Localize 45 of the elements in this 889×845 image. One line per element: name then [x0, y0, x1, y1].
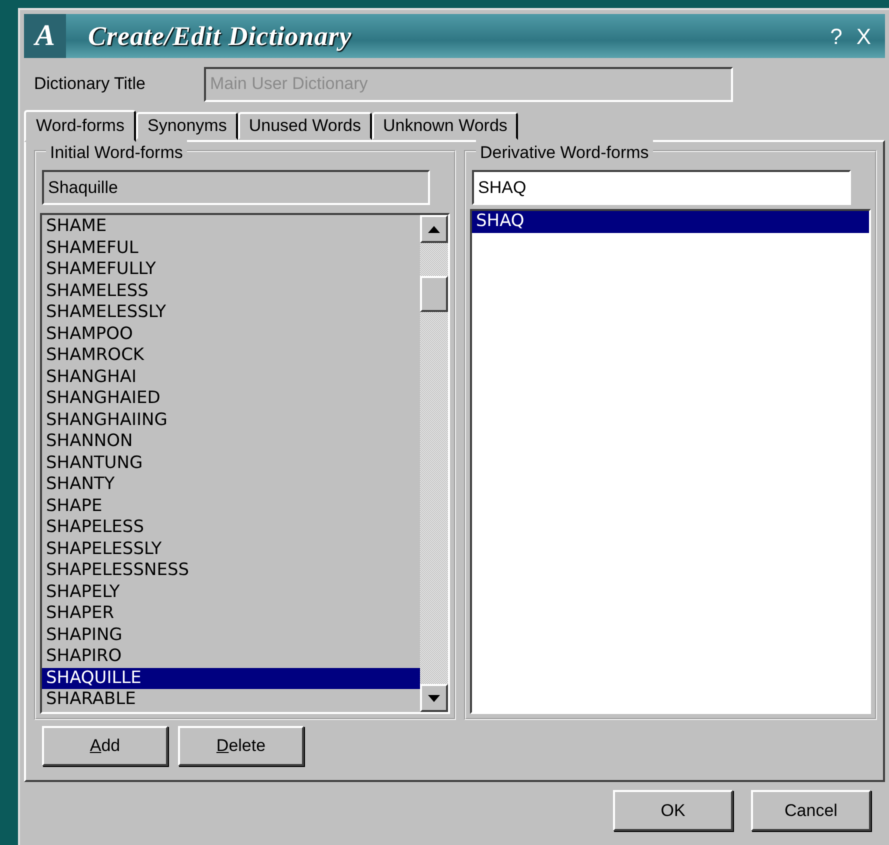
list-item[interactable]: SHAPELESSNESS — [42, 560, 420, 582]
window-title: Create/Edit Dictionary — [88, 20, 353, 52]
down-arrow-icon — [428, 694, 440, 702]
list-item[interactable]: SHANGHAI — [42, 366, 420, 388]
app-icon: A — [24, 14, 66, 58]
list-item[interactable]: SHAPER — [42, 603, 420, 624]
tab[interactable]: Unused Words — [238, 112, 372, 140]
help-button[interactable]: ? — [830, 20, 842, 52]
list-item[interactable]: SHAMEFULLY — [42, 259, 420, 280]
list-item[interactable]: SHANTY — [42, 474, 420, 496]
list-item[interactable]: SHARABLE — [42, 689, 420, 710]
list-item[interactable]: SHANTUNG — [42, 452, 420, 474]
list-item[interactable]: SHAMELESS — [42, 280, 420, 302]
scroll-thumb[interactable] — [420, 276, 448, 312]
list-item[interactable]: SHAPE — [42, 496, 420, 517]
tab[interactable]: Unknown Words — [372, 112, 518, 140]
scrollbar[interactable] — [420, 215, 448, 712]
word-form-field[interactable]: SHAQ — [472, 170, 851, 205]
list-item[interactable]: SHAPELESSLY — [42, 538, 420, 560]
list-item[interactable]: SHAPELY — [42, 582, 420, 603]
dialog-button[interactable]: Cancel — [751, 790, 871, 831]
list-item[interactable]: SHANNON — [42, 431, 420, 452]
list-item[interactable]: SHAPING — [42, 624, 420, 646]
up-arrow-icon — [428, 226, 440, 232]
list-item[interactable]: SHAMELESSLY — [42, 302, 420, 324]
word-form-field[interactable]: Shaquille — [42, 170, 430, 205]
dialog-button[interactable]: OK — [613, 790, 733, 831]
list-item[interactable]: SHAQ — [472, 211, 869, 232]
action-button[interactable]: Add — [42, 726, 168, 766]
tab[interactable]: Synonyms — [136, 112, 238, 140]
tab[interactable]: Word-forms — [24, 110, 136, 142]
list-item[interactable]: SHAPIRO — [42, 646, 420, 668]
close-button[interactable]: X — [856, 20, 871, 52]
list-item[interactable]: SHAME — [42, 216, 420, 238]
list-item[interactable]: SHANGHAIING — [42, 410, 420, 431]
action-button[interactable]: Delete — [178, 726, 304, 766]
list-item[interactable]: SHAMROCK — [42, 345, 420, 366]
field-label: Dictionary Title — [34, 73, 146, 96]
list-item[interactable]: SHANGHAIED — [42, 388, 420, 410]
list-item[interactable]: SHAMEFUL — [42, 238, 420, 259]
scroll-down-button[interactable] — [420, 684, 448, 712]
list-item[interactable]: SHAPELESS — [42, 517, 420, 538]
scroll-up-button[interactable] — [420, 215, 448, 243]
list-item[interactable]: SHAQUILLE — [42, 668, 420, 689]
list-item[interactable]: SHAMPOO — [42, 324, 420, 345]
